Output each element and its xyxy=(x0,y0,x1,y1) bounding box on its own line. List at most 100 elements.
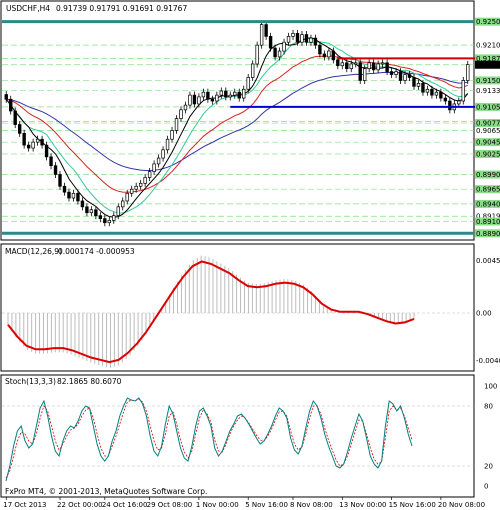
candle-body xyxy=(219,90,224,96)
candle-body xyxy=(22,132,26,146)
x-tick-label: 22 Oct 00:00 xyxy=(57,501,103,509)
candle-body xyxy=(255,44,259,65)
candle-body xyxy=(107,220,111,224)
candle-body xyxy=(71,192,76,199)
candle-body xyxy=(31,141,35,149)
price-tick-label: 0.89100 xyxy=(476,218,500,226)
candle-body xyxy=(201,91,206,98)
candle-body xyxy=(376,63,380,71)
candle-body xyxy=(58,174,62,187)
candle-body xyxy=(273,47,277,58)
candle-body xyxy=(215,94,219,102)
x-tick-label: 1 Nov 00:00 xyxy=(196,501,239,509)
candle-body xyxy=(17,124,22,134)
candle-body xyxy=(188,94,192,106)
candle-body xyxy=(224,90,228,98)
candle-body xyxy=(85,206,89,214)
candle-body xyxy=(407,74,412,78)
candle-body xyxy=(116,206,120,217)
candle-body xyxy=(242,88,246,99)
stoch-tick-label: 80 xyxy=(484,403,493,411)
candle-body xyxy=(53,165,58,175)
candle-body xyxy=(233,91,237,96)
macd-layer xyxy=(2,255,474,368)
price-tick-label: 0.90250 xyxy=(476,150,500,158)
candle-body xyxy=(461,80,465,102)
candle-body xyxy=(76,192,80,202)
stoch-tick-label: 0 xyxy=(484,483,488,491)
candle-body xyxy=(363,68,367,81)
stoch-values: 82.1865 80.6070 xyxy=(57,377,122,386)
candle-body xyxy=(295,33,300,43)
x-tick-label: 5 Nov 16:00 xyxy=(245,501,288,509)
candle-body xyxy=(430,88,434,96)
candle-body xyxy=(89,209,94,214)
price-tick-label: 0.91050 xyxy=(476,103,500,111)
stoch-main-line xyxy=(5,397,413,482)
candle-body xyxy=(156,157,161,165)
price-tick-label: 0.89650 xyxy=(476,186,500,194)
candle-body xyxy=(197,96,201,105)
candle-body xyxy=(286,35,291,43)
candle-body xyxy=(309,37,313,43)
candle-body xyxy=(389,71,394,75)
candle-body xyxy=(282,41,286,52)
price-tick-label: 0.92100 xyxy=(476,42,500,50)
candle-body xyxy=(112,215,116,221)
candle-body xyxy=(4,94,8,100)
candle-body xyxy=(165,138,170,151)
candle-body xyxy=(44,144,49,158)
price-tick-label: 0.90450 xyxy=(476,139,500,147)
price-tick-label: 0.89400 xyxy=(476,200,500,208)
x-tick-label: 29 Oct 08:00 xyxy=(147,501,193,509)
candle-body xyxy=(26,144,31,149)
stoch-panel xyxy=(0,374,475,498)
candle-body xyxy=(448,100,452,111)
candle-body xyxy=(206,91,210,100)
candle-body xyxy=(434,91,439,96)
copyright-label: FxPro MT4, © 2001-2013, MetaQuotes Softw… xyxy=(5,487,207,496)
x-tick-label: 13 Nov 00:00 xyxy=(339,501,386,509)
candle-body xyxy=(385,62,389,72)
candle-body xyxy=(394,71,398,75)
candle-body xyxy=(403,74,407,81)
candle-body xyxy=(130,188,134,194)
candle-body xyxy=(237,91,241,99)
candle-body xyxy=(210,98,215,102)
price-layer xyxy=(2,20,500,235)
macd-signal-line xyxy=(7,260,415,364)
macd-tick-label: 0.004502 xyxy=(476,257,500,265)
candle-body xyxy=(13,110,17,125)
candle-body xyxy=(228,94,232,98)
candle-body xyxy=(398,71,403,81)
price-tick-label: 0.89900 xyxy=(476,171,500,179)
macd-tick-label: 0.00 xyxy=(476,310,492,318)
candle-body xyxy=(179,109,183,120)
candle-body xyxy=(125,192,129,202)
macd-values: 0.000174 -0.000953 xyxy=(58,247,135,256)
candle-body xyxy=(412,77,416,87)
candle-body xyxy=(304,34,309,43)
price-tick-label: 0.92500 xyxy=(476,18,500,26)
candle-body xyxy=(259,24,264,46)
x-tick-label: 15 Nov 16:00 xyxy=(389,501,436,509)
x-tick-label: 8 Nov 08:00 xyxy=(290,501,333,509)
candle-body xyxy=(121,200,125,208)
candle-body xyxy=(264,24,268,37)
candle-body xyxy=(246,77,250,90)
stoch-tick-label: 20 xyxy=(484,463,493,471)
candle-body xyxy=(161,149,165,159)
candle-body xyxy=(268,35,273,49)
candle-body xyxy=(67,191,71,199)
candle-body xyxy=(466,64,470,81)
macd-panel xyxy=(0,243,475,372)
candle-body xyxy=(439,91,443,99)
candle-body xyxy=(9,98,13,112)
candle-body xyxy=(380,62,385,65)
candle-body xyxy=(98,215,103,219)
ohlc-label: 0.91739 0.91791 0.91691 0.91767 xyxy=(56,4,187,13)
chart-canvas[interactable]: 0.925000.921000.918750.917670.915000.913… xyxy=(0,0,500,510)
candle-body xyxy=(103,218,107,224)
candle-body xyxy=(80,200,85,208)
candle-body xyxy=(138,182,143,187)
